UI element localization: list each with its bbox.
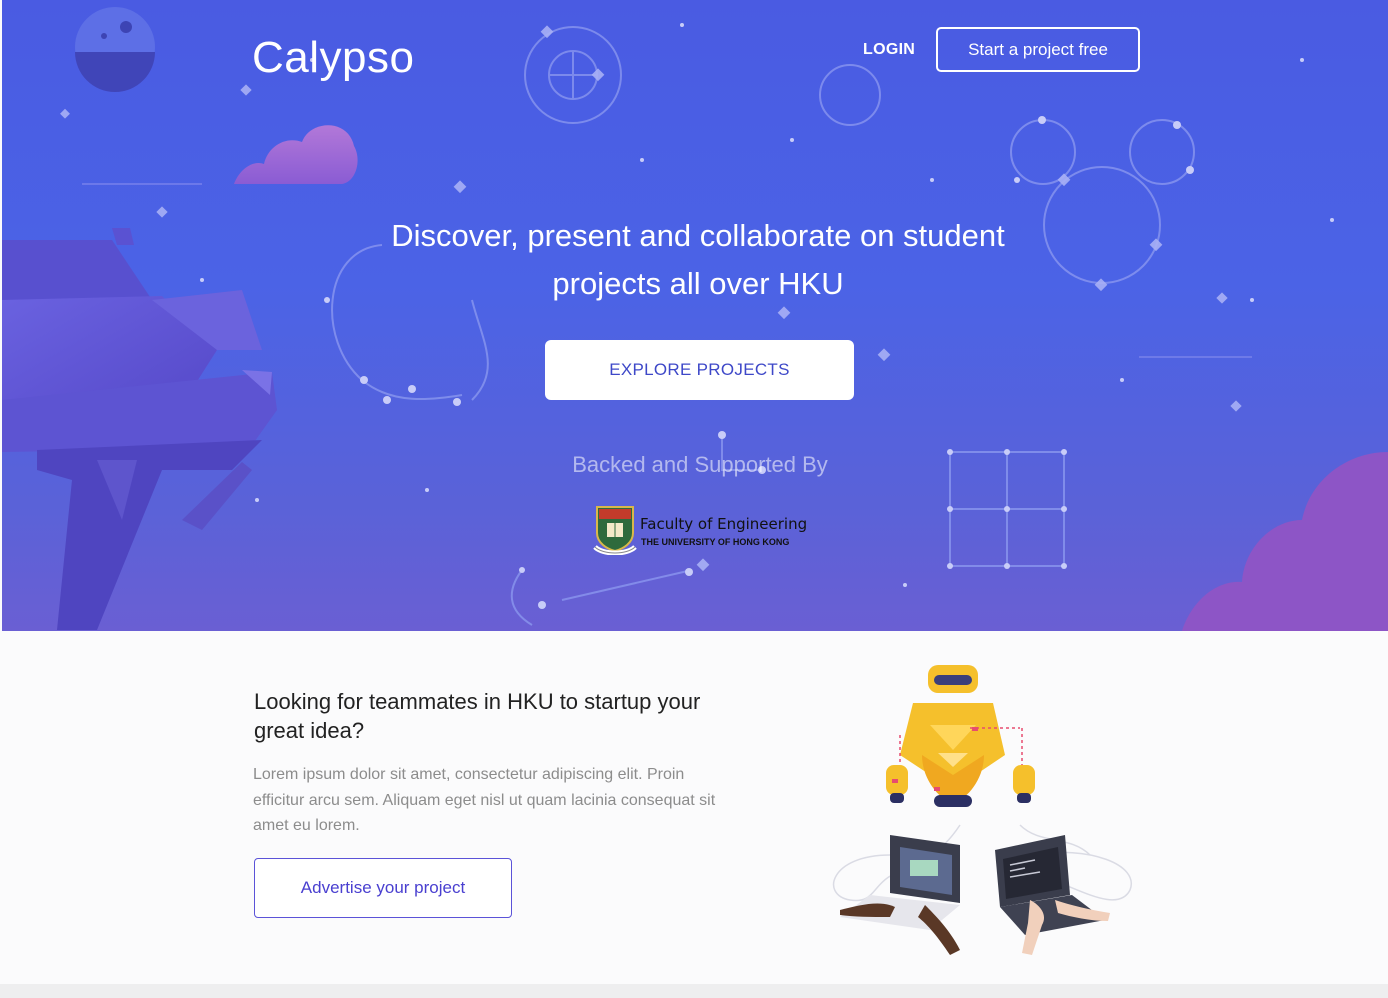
feature-title: Looking for teammates in HKU to startup … [254,689,701,743]
rock-illustration [2,228,277,630]
logo[interactable]: Calypso [252,33,414,83]
hero-headline: Discover, present and collaborate on stu… [391,218,1005,301]
feature-description: Lorem ipsum dolor sit amet, consectetur … [253,766,716,834]
advertise-project-button[interactable]: Advertise your project [254,858,512,918]
backed-by-label: Backed and Supported By [572,452,828,477]
planet-icon [75,7,155,92]
sponsor-university: THE UNIVERSITY OF HONG KONG [641,537,790,547]
explore-projects-button[interactable]: EXPLORE PROJECTS [545,340,854,400]
sponsor-logo: Faculty of Engineering THE UNIVERSITY OF… [593,503,808,555]
university-crest-icon [593,506,637,555]
footer-strip [0,984,1388,998]
sponsor-name: Faculty of Engineering [640,515,808,533]
login-link[interactable]: LOGIN [863,41,915,59]
start-project-button[interactable]: Start a project free [936,27,1140,72]
robot-illustration [832,665,1133,955]
laptop-icon [840,835,960,955]
cloud-icon [1182,452,1388,631]
cloud-icon [234,125,358,184]
robot-icon [886,665,1035,807]
hero-section: Calypso LOGIN Start a project free Disco… [2,0,1388,631]
